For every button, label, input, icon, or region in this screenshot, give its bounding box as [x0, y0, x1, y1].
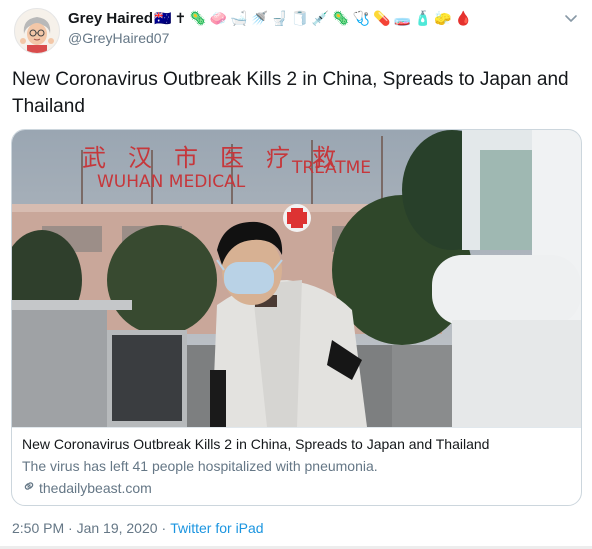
stethoscope-icon: 🩺 [352, 9, 371, 26]
tweet-source-link[interactable]: Twitter for iPad [170, 520, 263, 536]
display-name[interactable]: Grey Haired [68, 10, 153, 27]
petri-dish-icon: 🧫 [393, 9, 411, 26]
meta-separator: · [161, 520, 167, 536]
card-domain[interactable]: thedailybeast.com [22, 479, 152, 496]
card-domain-text[interactable]: thedailybeast.com [39, 480, 152, 496]
image-sign-english-2: TREATME [291, 158, 371, 178]
shower-icon: 🚿 [250, 9, 268, 26]
card-image[interactable]: 武汉市医疗救 WUHAN MEDICAL TREATME [12, 130, 581, 427]
syringe-icon: 💉 [311, 9, 330, 26]
pill-icon: 💊 [373, 9, 391, 26]
sponge-icon: 🧽 [434, 9, 452, 26]
image-sign-english-1: WUHAN MEDICAL [97, 172, 246, 192]
flag-australia-icon: 🇦🇺 [154, 9, 172, 26]
soap-icon: 🧼 [209, 9, 228, 26]
user-handle[interactable]: @GreyHaired07 [68, 30, 169, 46]
latin-cross-icon: ✝ [174, 9, 187, 26]
card-description: The virus has left 41 people hospitalize… [22, 458, 378, 474]
bathtub-icon: 🛁 [230, 9, 248, 26]
virus-icon-2: 🦠 [332, 9, 350, 26]
toilet-icon: 🚽 [270, 9, 289, 26]
blood-drop-icon: 🩸 [454, 9, 473, 26]
name-emoji-row: 🇦🇺 ✝ 🦠 🧼 🛁 🚿 🚽 🧻 💉 🦠 🩺 💊 🧫 🧴 🧽 🩸 [154, 8, 472, 28]
lotion-bottle-icon: 🧴 [413, 9, 432, 26]
avatar[interactable] [14, 8, 60, 54]
card-body[interactable]: New Coronavirus Outbreak Kills 2 in Chin… [12, 427, 581, 505]
virus-icon: 🦠 [189, 9, 207, 26]
link-card[interactable]: 武汉市医疗救 WUHAN MEDICAL TREATME New Coronav… [11, 129, 582, 506]
toilet-paper-icon: 🧻 [291, 9, 309, 26]
chevron-down-icon[interactable] [562, 10, 580, 28]
tweet-text: New Coronavirus Outbreak Kills 2 in Chin… [12, 69, 569, 117]
link-icon [22, 479, 36, 496]
card-title[interactable]: New Coronavirus Outbreak Kills 2 in Chin… [22, 436, 489, 452]
tweet-meta: 2:50 PM · Jan 19, 2020 · Twitter for iPad [12, 520, 264, 536]
timestamp[interactable]: 2:50 PM · Jan 19, 2020 [12, 520, 158, 536]
